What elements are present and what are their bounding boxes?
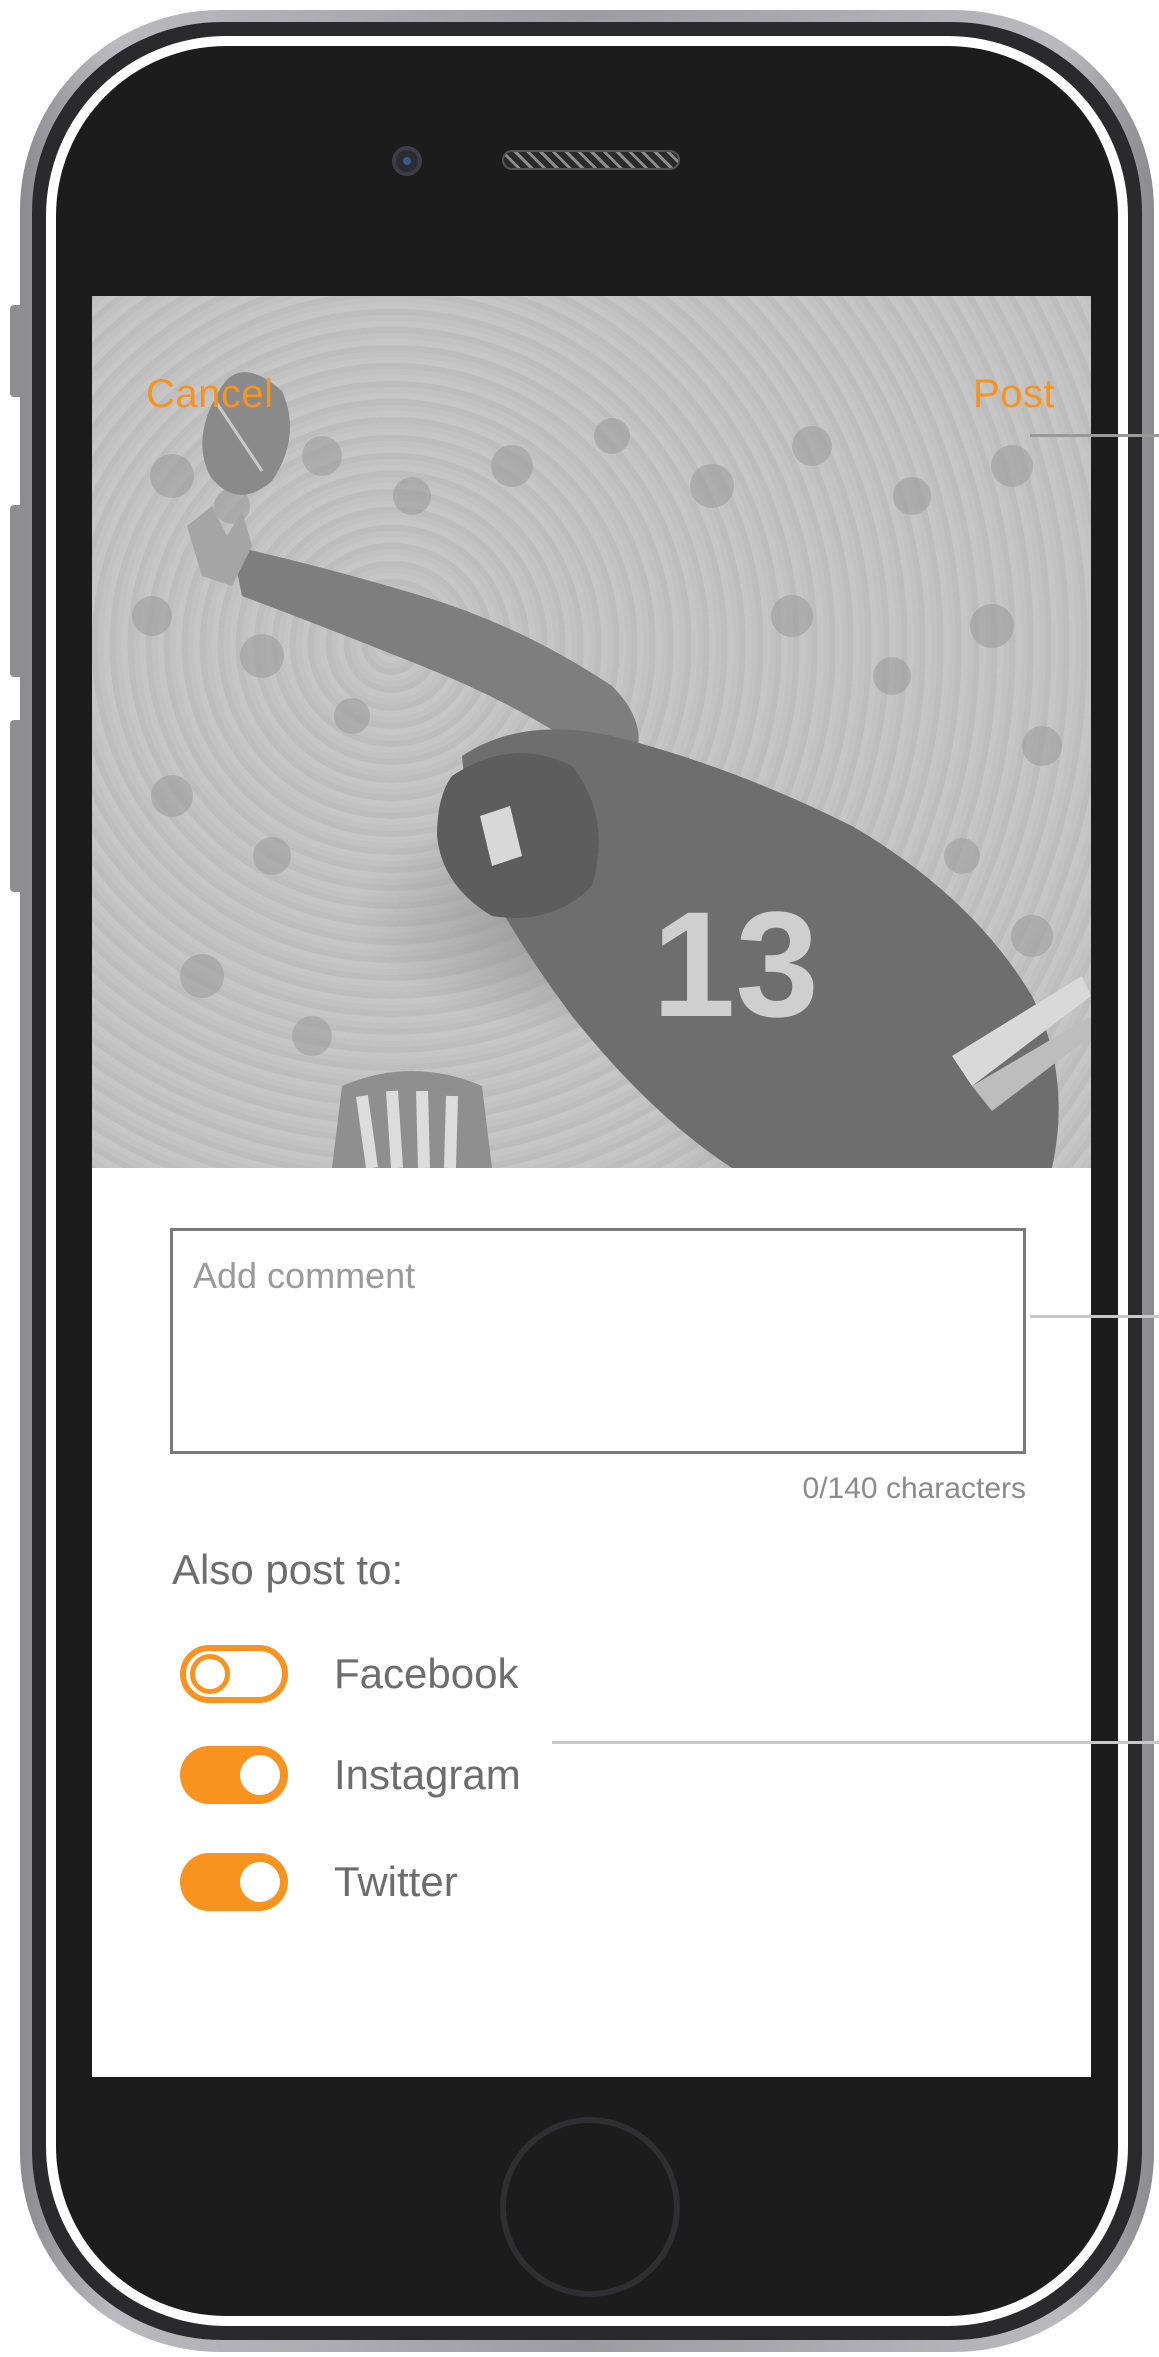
volume-down-button: [10, 720, 24, 892]
share-option-label: Twitter: [334, 1858, 458, 1905]
share-option-facebook: Facebook: [180, 1644, 518, 1704]
earpiece-speaker: [502, 150, 680, 170]
front-camera: [392, 146, 422, 176]
hero-photo: 13 Cancel Post: [92, 296, 1091, 1168]
annotation-line: [1030, 434, 1159, 437]
comment-input[interactable]: [170, 1228, 1026, 1454]
facebook-toggle[interactable]: [180, 1645, 288, 1703]
character-counter: 0/140 characters: [802, 1472, 1026, 1505]
app-screen: 13 Cancel Post 0/140 characters Also pos…: [92, 296, 1091, 2077]
annotation-line: [552, 1741, 1159, 1744]
share-option-label: Instagram: [334, 1751, 521, 1798]
toggle-knob: [190, 1654, 230, 1694]
volume-up-button: [10, 505, 24, 677]
cancel-button[interactable]: Cancel: [146, 372, 274, 417]
home-button[interactable]: [500, 2117, 680, 2297]
player-photo-illustration: 13: [132, 372, 1091, 1168]
annotation-line: [1030, 1315, 1159, 1318]
instagram-toggle[interactable]: [180, 1746, 288, 1804]
share-option-twitter: Twitter: [180, 1852, 458, 1912]
toggle-knob: [240, 1862, 280, 1902]
mute-switch: [10, 305, 24, 397]
post-button[interactable]: Post: [973, 372, 1055, 417]
toggle-knob: [240, 1755, 280, 1795]
share-option-instagram: Instagram: [180, 1745, 521, 1805]
jersey-number: 13: [652, 880, 819, 1048]
twitter-toggle[interactable]: [180, 1853, 288, 1911]
share-option-label: Facebook: [334, 1650, 519, 1697]
share-heading: Also post to:: [172, 1546, 404, 1593]
